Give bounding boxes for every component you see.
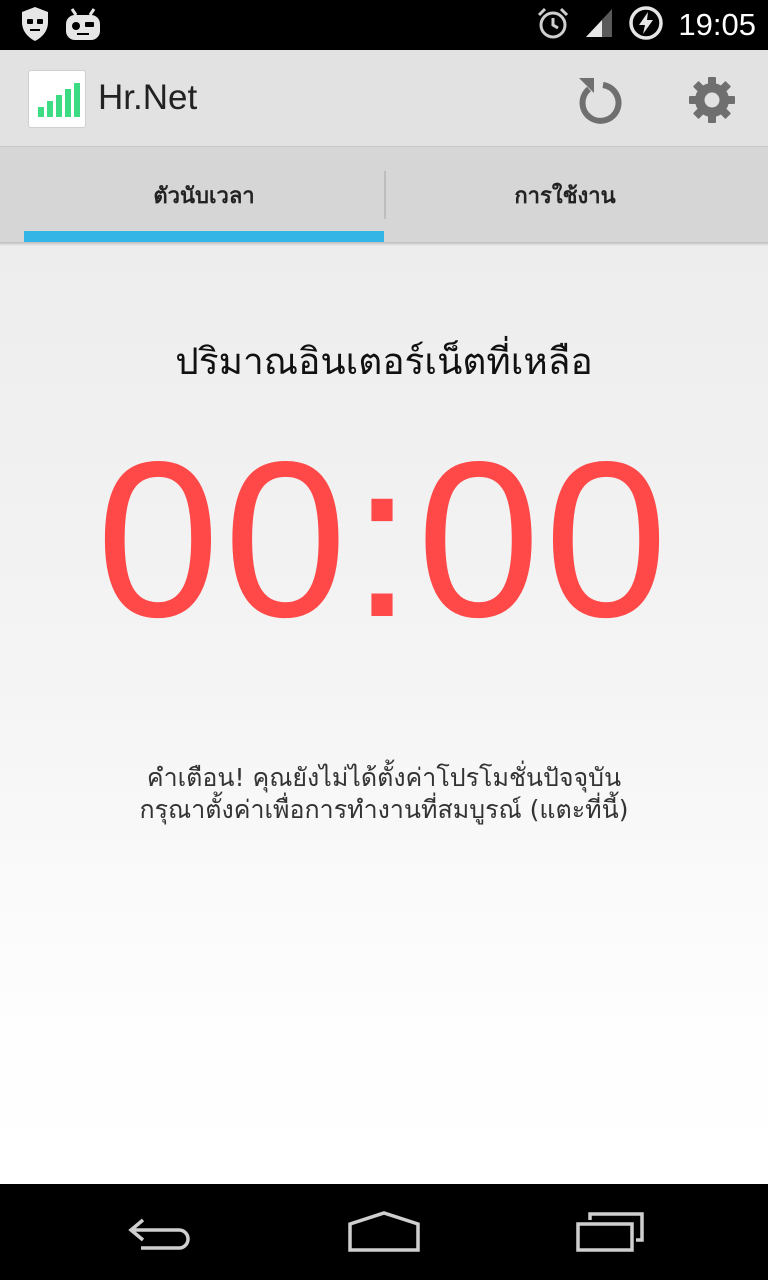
tab-bar: ตัวนับเวลา การใช้งาน — [0, 146, 768, 243]
remaining-internet-heading: ปริมาณอินเตอร์เน็ตที่เหลือ — [175, 340, 593, 383]
battery-charging-icon — [628, 5, 664, 45]
warning-line-1: คำเตือน! คุณยังไม่ได้ตั้งค่าโปรโมชั่นปัจ… — [146, 763, 622, 792]
signal-icon — [584, 7, 614, 43]
status-right-icons: 19:05 — [536, 0, 756, 50]
status-left-icons — [20, 6, 102, 46]
tab-shadow — [0, 242, 768, 246]
promotion-warning-link[interactable]: คำเตือน! คุณยังไม่ได้ตั้งค่าโปรโมชั่นปัจ… — [40, 762, 728, 826]
signal-bars-icon — [38, 83, 80, 117]
refresh-button[interactable] — [570, 70, 630, 130]
privacy-guard-icon — [20, 6, 50, 46]
refresh-icon — [579, 78, 622, 124]
alarm-icon — [536, 6, 570, 44]
home-icon — [348, 1211, 420, 1252]
recents-button[interactable] — [560, 1202, 660, 1262]
tab-timer[interactable]: ตัวนับเวลา — [24, 147, 384, 243]
status-bar: 19:05 — [0, 0, 768, 50]
app-title: Hr.Net — [98, 78, 198, 117]
main-content: ปริมาณอินเตอร์เน็ตที่เหลือ 00:00 คำเตือน… — [0, 242, 768, 1184]
back-icon — [128, 1218, 190, 1250]
settings-icon — [689, 77, 735, 123]
action-bar: Hr.Net — [0, 50, 768, 146]
remaining-time-display: 00:00 — [96, 416, 672, 664]
back-button[interactable] — [110, 1202, 210, 1262]
home-button[interactable] — [334, 1202, 434, 1262]
settings-button[interactable] — [682, 70, 742, 130]
app-icon[interactable] — [28, 70, 86, 128]
navigation-bar — [0, 1184, 768, 1280]
status-time: 19:05 — [678, 7, 756, 42]
warning-line-2: กรุณาตั้งค่าเพื่อการทำงานที่สมบูรณ์ (แตะ… — [139, 795, 629, 824]
cyanogenmod-icon — [64, 6, 102, 46]
recents-icon — [576, 1212, 644, 1252]
tab-usage[interactable]: การใช้งาน — [386, 147, 744, 243]
